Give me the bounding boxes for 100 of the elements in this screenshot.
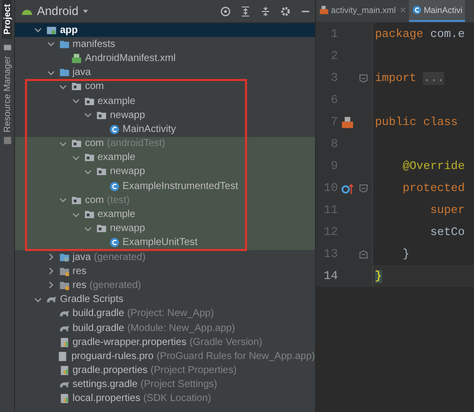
tree-item[interactable]: java [72,252,91,263]
chevron-icon[interactable] [72,154,80,162]
resource-folder-icon [58,266,70,277]
tree-item-note: (ProGuard Rules for New_App.app) [156,350,315,362]
code-line: import ... [374,72,444,84]
code-line: } [402,248,410,260]
tree-item-note: (Gradle Version) [189,336,262,348]
chevron-icon[interactable] [34,26,42,34]
resource-icon [2,136,12,146]
tool-window-tab[interactable]: Resource Manager [2,52,12,136]
class-icon [108,124,120,135]
tree-item-note: (Module: New_App.app) [127,322,236,334]
view-selector[interactable]: Android [21,4,90,18]
tree-item[interactable]: build.gradle [72,322,124,334]
chevron-icon[interactable] [59,140,67,148]
manifest-icon [71,52,82,64]
chevron-icon[interactable] [84,224,92,233]
tree-item[interactable]: res [72,266,86,277]
tree-item[interactable]: newapp [110,110,146,121]
tree-item[interactable]: newapp [110,223,146,234]
layout-file-icon[interactable] [340,116,354,128]
elephant-icon [46,294,57,306]
package-icon [96,166,107,178]
chevron-icon[interactable] [84,111,92,120]
chevron-icon[interactable] [34,296,42,304]
package-icon [84,152,94,164]
target-icon[interactable] [220,6,231,16]
code-line: setCo [429,226,465,238]
editor-tab[interactable]: activity_main.xml [316,0,409,22]
code-line: package com.e [374,28,465,40]
tree-item[interactable]: gradle-wrapper.properties [72,336,186,348]
code-line: protected [402,182,465,194]
tree-item[interactable]: app [60,24,78,36]
chevron-icon[interactable] [46,40,54,48]
package-icon [84,96,94,107]
chevron-icon[interactable] [46,281,54,290]
package-icon [84,209,94,220]
override-icon[interactable] [340,182,354,194]
tree-item[interactable]: com [85,194,104,206]
fold-icon[interactable] [358,74,368,82]
editor-tab[interactable]: MainActivi [408,0,466,22]
properties-file-icon [58,336,70,348]
class-icon [412,5,422,15]
tree-item[interactable]: example [98,152,136,164]
chevron-icon[interactable] [72,97,80,106]
chevron-icon[interactable] [46,253,54,262]
caret-icon [82,8,90,14]
tree-item[interactable]: manifests [72,38,116,50]
tool-window-tab[interactable]: Project [2,0,12,39]
tree-item[interactable]: com [85,81,104,92]
tree-item[interactable]: res [72,280,86,291]
tree-item-note: (Project Settings) [140,379,218,390]
fold-end-icon[interactable] [358,250,368,258]
tree-item-note: (androidTest) [106,138,166,150]
tab-label: activity_main.xml [331,5,396,15]
tree-item[interactable]: build.gradle [72,308,124,320]
folder-icon [58,38,70,50]
expand-all-icon[interactable] [240,6,251,16]
chevron-icon[interactable] [59,82,67,91]
code-line: public class [374,116,458,128]
tree-item[interactable]: java [72,67,91,78]
package-icon [71,138,82,150]
tree-item[interactable]: proguard-rules.pro [71,350,154,362]
chevron-icon[interactable] [72,210,80,219]
resource-folder-icon [58,280,70,291]
package-icon [96,110,107,121]
folder-icon [58,67,70,78]
properties-file-icon [58,393,70,404]
layout-file-icon [319,5,329,15]
close-icon[interactable] [400,7,406,13]
class-icon [108,237,120,248]
tree-item[interactable]: AndroidManifest.xml [85,52,176,64]
tree-item[interactable]: example [98,209,136,220]
tree-item[interactable]: example [98,96,136,107]
tree-item-note: (SDK Location) [143,393,212,404]
fold-icon[interactable] [358,184,368,192]
tree-item[interactable]: Gradle Scripts [60,294,124,306]
chevron-icon[interactable] [84,168,92,176]
collapse-all-icon[interactable] [260,6,271,16]
tree-item[interactable]: MainActivity [122,124,176,135]
tree-item[interactable]: gradle.properties [72,365,148,376]
tree-item-note: (test) [106,194,130,206]
tree-item[interactable]: ExampleUnitTest [122,237,198,248]
tree-item-note: (Project: New_App) [127,308,214,320]
tree-item[interactable]: local.properties [72,393,140,404]
chevron-icon[interactable] [59,196,67,204]
tree-item[interactable]: com [85,138,104,150]
tree-item-note: (Project Properties) [150,365,237,376]
line-number: 14 [322,269,338,283]
module-icon [46,24,57,36]
package-icon [71,81,82,92]
settings-icon[interactable] [280,6,291,16]
chevron-icon[interactable] [46,267,54,276]
tree-item[interactable]: settings.gradle [72,379,138,390]
tree-item[interactable]: newapp [110,166,146,178]
elephant-icon [58,379,70,390]
chevron-icon[interactable] [46,68,54,77]
class-icon [108,180,120,192]
tree-item-note: (generated) [94,252,146,263]
package-icon [71,194,82,206]
